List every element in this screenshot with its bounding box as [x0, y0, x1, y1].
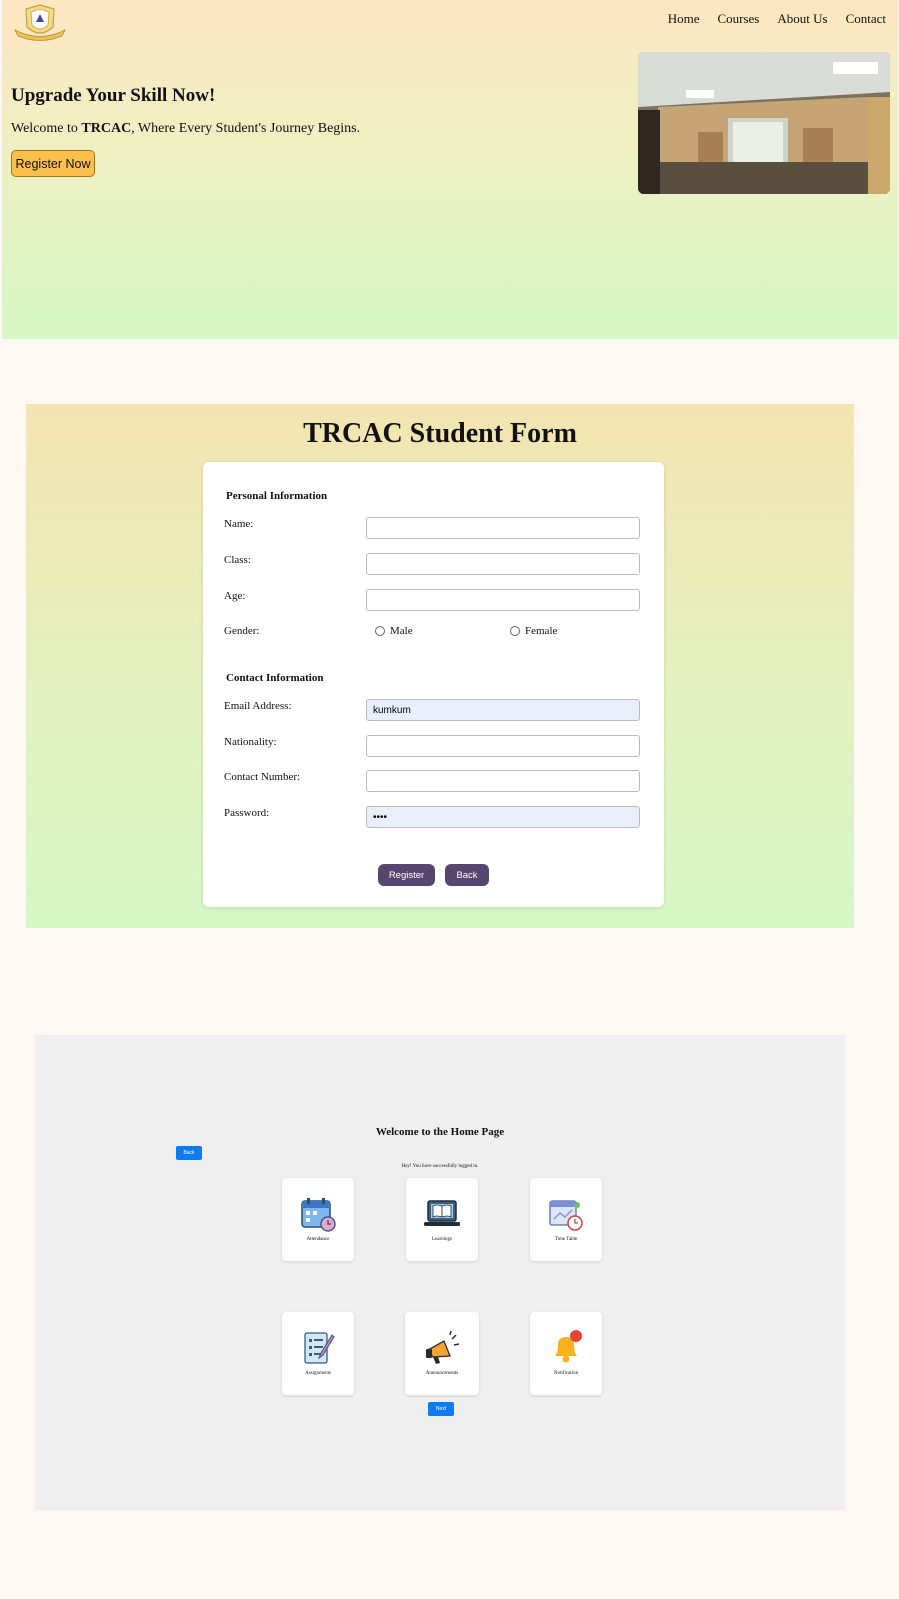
hero-title: Upgrade Your Skill Now!: [11, 85, 216, 106]
contact-number-label: Contact Number:: [224, 771, 301, 783]
age-input[interactable]: [366, 589, 640, 611]
login-success-message: Hey! You have successfully logged in.: [401, 1164, 479, 1169]
contact-number-input[interactable]: [366, 770, 640, 792]
laptop-book-icon: [424, 1200, 460, 1226]
name-label: Name:: [224, 518, 254, 530]
home-next-button[interactable]: Next: [428, 1402, 454, 1416]
home-title: Welcome to the Home Page: [375, 1126, 505, 1138]
college-logo-icon[interactable]: [12, 3, 68, 43]
password-input[interactable]: [366, 806, 640, 828]
class-label: Class:: [224, 554, 251, 566]
assignments-tile[interactable]: Assignments: [282, 1312, 354, 1395]
learnings-label: Learnings: [432, 1237, 452, 1242]
gender-female-option[interactable]: Female: [510, 625, 557, 637]
nav-contact-link[interactable]: Contact: [846, 11, 886, 27]
welcome-suffix: , Where Every Student's Journey Begins.: [131, 121, 361, 136]
assignments-label: Assignments: [305, 1371, 331, 1376]
contact-info-heading: Contact Information: [226, 672, 324, 684]
nav-home-link[interactable]: Home: [668, 11, 700, 27]
password-label: Password:: [224, 807, 270, 819]
time-table-tile[interactable]: Time Table: [530, 1178, 602, 1261]
email-label: Email Address:: [224, 700, 292, 712]
megaphone-icon: [426, 1330, 460, 1364]
register-now-button[interactable]: Register Now: [11, 150, 95, 177]
schedule-icon: [549, 1200, 583, 1231]
hero-subtitle: Welcome to TRCAC, Where Every Student's …: [11, 121, 360, 137]
learnings-tile[interactable]: Learnings: [406, 1178, 478, 1261]
name-input[interactable]: [366, 517, 640, 539]
nav-courses-link[interactable]: Courses: [717, 11, 759, 27]
attendance-tile[interactable]: Attendance: [282, 1178, 354, 1261]
attendance-label: Attendance: [306, 1237, 330, 1242]
bell-icon: [555, 1330, 582, 1363]
calendar-clock-icon: [301, 1198, 336, 1232]
campus-office-image: [638, 52, 890, 194]
gender-label: Gender:: [224, 625, 260, 637]
announcements-label: Announcements: [425, 1371, 459, 1376]
time-table-label: Time Table: [554, 1237, 578, 1242]
nationality-label: Nationality:: [224, 736, 277, 748]
student-form-card: Personal Information Name: Class: Age: G…: [203, 462, 664, 907]
notification-tile[interactable]: Notification: [530, 1312, 602, 1395]
home-page-section: Welcome to the Home Page Back Hey! You h…: [35, 1035, 845, 1510]
announcements-tile[interactable]: Announcements: [405, 1312, 479, 1395]
female-radio[interactable]: [510, 626, 520, 636]
register-button[interactable]: Register: [378, 864, 435, 886]
nav-about-link[interactable]: About Us: [777, 11, 827, 27]
back-button[interactable]: Back: [445, 864, 489, 886]
class-input[interactable]: [366, 553, 640, 575]
notification-label: Notification: [553, 1371, 579, 1376]
office-photo-illustration: [638, 52, 890, 194]
top-nav: Home Courses About Us Contact: [668, 11, 886, 27]
nationality-input[interactable]: [366, 735, 640, 757]
gender-male-option[interactable]: Male: [375, 625, 413, 637]
male-label: Male: [390, 625, 413, 637]
student-form-section: TRCAC Student Form Personal Information …: [26, 404, 854, 928]
form-title: TRCAC Student Form: [303, 418, 577, 449]
brand-name: TRCAC: [81, 121, 132, 136]
email-input[interactable]: [366, 699, 640, 721]
welcome-prefix: Welcome to: [11, 121, 82, 136]
hero-section: Home Courses About Us Contact Upgrade Yo…: [2, 0, 898, 339]
home-back-button[interactable]: Back: [176, 1146, 202, 1160]
checklist-icon: [304, 1332, 335, 1364]
personal-info-heading: Personal Information: [226, 490, 328, 502]
female-label: Female: [525, 625, 558, 637]
male-radio[interactable]: [375, 626, 385, 636]
age-label: Age:: [224, 590, 246, 602]
